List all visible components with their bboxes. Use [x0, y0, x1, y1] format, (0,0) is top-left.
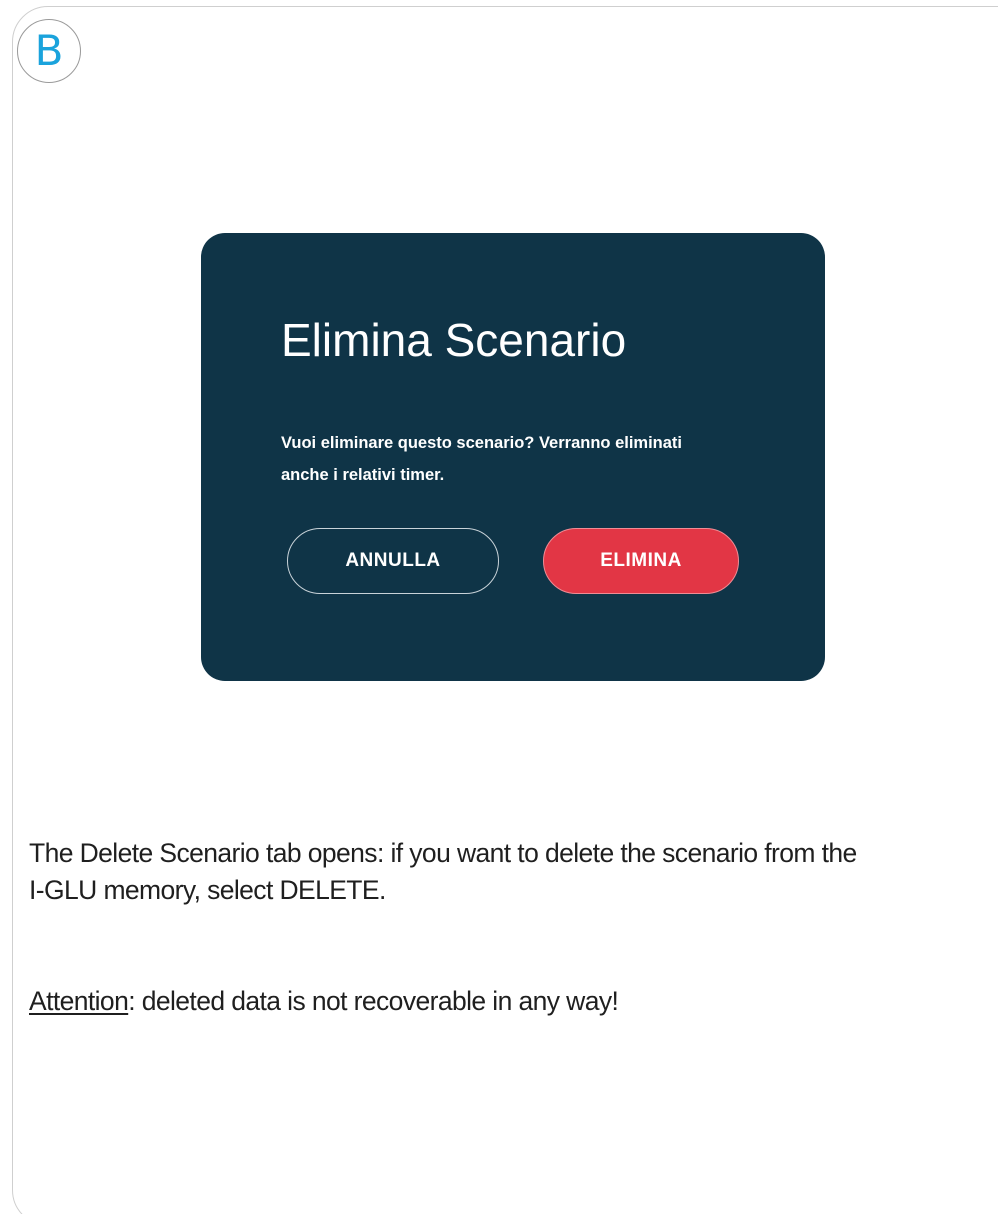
- instruction-caption: The Delete Scenario tab opens: if you wa…: [29, 835, 998, 909]
- page: B Elimina Scenario Vuoi eliminare questo…: [0, 0, 998, 1214]
- attention-label: Attention: [29, 986, 129, 1016]
- attention-text: deleted data is not recoverable in any w…: [134, 986, 619, 1016]
- step-badge: B: [17, 19, 81, 83]
- attention-note: Attention: deleted data is not recoverab…: [29, 983, 619, 1020]
- delete-scenario-dialog: Elimina Scenario Vuoi eliminare questo s…: [201, 233, 825, 681]
- dialog-title: Elimina Scenario: [281, 314, 627, 366]
- delete-button[interactable]: ELIMINA: [543, 528, 739, 594]
- attention-separator: :: [128, 986, 135, 1016]
- cancel-button[interactable]: ANNULLA: [287, 528, 499, 594]
- dialog-message: Vuoi eliminare questo scenario? Verranno…: [281, 434, 683, 484]
- caption-line-2: I-GLU memory, select DELETE.: [29, 875, 386, 905]
- caption-line-1: The Delete Scenario tab opens: if you wa…: [29, 838, 857, 868]
